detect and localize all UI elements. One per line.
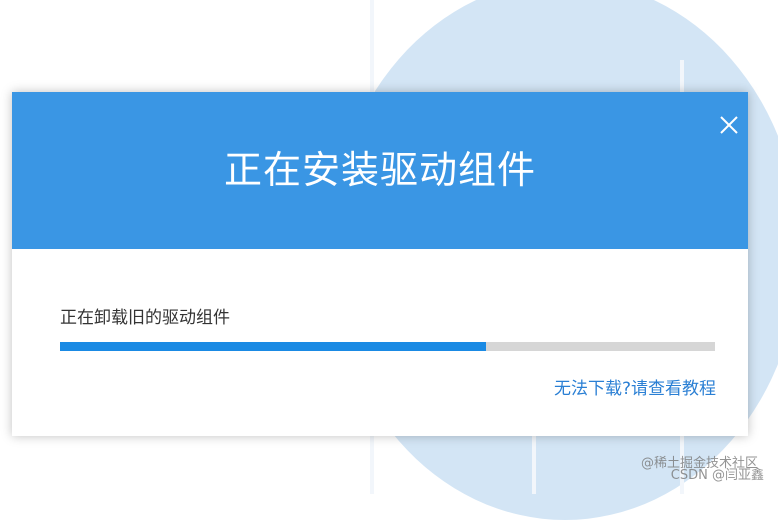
dialog-header: 正在安装驱动组件 xyxy=(12,92,748,249)
dialog-title: 正在安装驱动组件 xyxy=(223,148,536,192)
watermark-line-2: CSDN @闫亚鑫 xyxy=(670,468,764,483)
progress-bar xyxy=(60,342,715,351)
help-row: 无法下载?请查看教程 xyxy=(554,378,716,400)
install-dialog: 正在安装驱动组件 正在卸载旧的驱动组件 无法下载?请查看教程 xyxy=(12,92,748,436)
close-button[interactable] xyxy=(715,111,743,139)
progress-fill xyxy=(60,342,486,351)
watermark: @稀土掘金技术社区 CSDN @闫亚鑫 xyxy=(614,446,764,486)
close-icon xyxy=(720,116,738,134)
status-text: 正在卸载旧的驱动组件 xyxy=(60,308,230,328)
tutorial-link[interactable]: 请查看教程 xyxy=(631,379,716,399)
help-prefix: 无法下载? xyxy=(553,379,631,399)
